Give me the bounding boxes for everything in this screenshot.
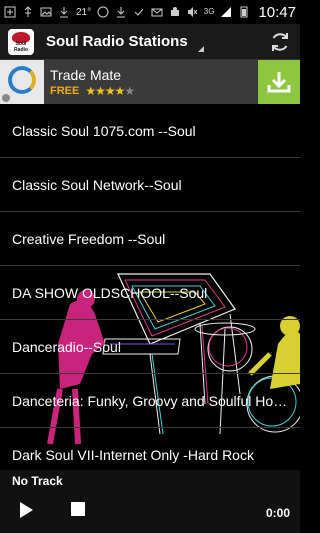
- list-item[interactable]: Danceradio--Soul: [0, 320, 300, 374]
- station-list: Classic Soul 1075.com --Soul Classic Sou…: [0, 104, 300, 468]
- status-bar: 21° 3G 10:47: [0, 0, 300, 24]
- track-title: No Track: [12, 474, 63, 488]
- star-icon: ★: [104, 83, 116, 98]
- list-item[interactable]: Dark Soul VII-Internet Only -Hard Rock: [0, 428, 300, 468]
- station-name: Classic Soul 1075.com --Soul: [12, 122, 196, 139]
- ad-banner[interactable]: Trade Mate FREE ★★★★★: [0, 60, 300, 104]
- ad-app-logo[interactable]: [0, 60, 44, 104]
- check-icon: [134, 8, 144, 16]
- action-bar: Soul Radio Soul Radio Stations: [0, 24, 300, 60]
- temperature: 21°: [76, 6, 92, 18]
- list-item[interactable]: Danceteria: Funky, Groovy and Soulful Ho…: [0, 374, 300, 428]
- spinner-dropdown-icon[interactable]: [197, 45, 204, 52]
- ad-logo-ring: [8, 66, 36, 94]
- refresh-icon[interactable]: [268, 30, 292, 54]
- ad-text: Trade Mate FREE ★★★★★: [50, 66, 135, 98]
- ad-info-icon[interactable]: [2, 94, 10, 102]
- station-name: Creative Freedom --Soul: [12, 230, 166, 247]
- stop-button[interactable]: [71, 502, 85, 516]
- elapsed-time: 0:00: [265, 506, 290, 520]
- network-type: 3G: [203, 7, 215, 16]
- whatsapp-icon: [97, 6, 109, 18]
- download-arrow-icon: [267, 72, 291, 93]
- image-icon: [40, 7, 52, 17]
- star-icon: ★: [124, 83, 135, 98]
- clock: 10:47: [258, 3, 296, 21]
- download-icon-2: [117, 7, 126, 18]
- app-icon-text: Soul Radio: [14, 40, 28, 53]
- battery-icon: [240, 6, 248, 18]
- usb-icon: [24, 6, 32, 17]
- ad-download-button[interactable]: [258, 60, 300, 104]
- star-icon: ★: [85, 83, 96, 98]
- station-name: Classic Soul Network--Soul: [12, 176, 182, 193]
- play-button[interactable]: [20, 502, 33, 518]
- ad-price: FREE: [50, 84, 80, 97]
- star-icon: ★: [95, 83, 106, 98]
- station-name: Dark Soul VII-Internet Only -Hard Rock: [12, 447, 254, 463]
- add-notification-icon: [4, 6, 16, 18]
- station-name: DA SHOW OLDSCHOOL--Soul: [12, 284, 208, 301]
- robot-icon: [171, 7, 180, 16]
- list-item[interactable]: Classic Soul Network--Soul: [0, 158, 300, 212]
- app-icon[interactable]: Soul Radio: [8, 28, 34, 55]
- ad-title: Trade Mate: [50, 66, 122, 83]
- app-title[interactable]: Soul Radio Stations: [46, 33, 188, 50]
- rating-stars: ★★★★★: [85, 83, 135, 98]
- list-item[interactable]: Classic Soul 1075.com --Soul: [0, 104, 300, 158]
- list-item[interactable]: DA SHOW OLDSCHOOL--Soul: [0, 266, 300, 320]
- player-bar: No Track 0:00: [0, 470, 300, 533]
- station-name: Danceradio--Soul: [12, 338, 121, 355]
- station-name: Danceteria: Funky, Groovy and Soulful Ho…: [12, 392, 292, 409]
- mute-icon: [187, 7, 198, 17]
- list-item[interactable]: Creative Freedom --Soul: [0, 212, 300, 266]
- download-icon: [60, 7, 68, 18]
- signal-icon: [221, 7, 232, 17]
- star-icon: ★: [114, 83, 126, 98]
- mail-icon: [151, 8, 163, 17]
